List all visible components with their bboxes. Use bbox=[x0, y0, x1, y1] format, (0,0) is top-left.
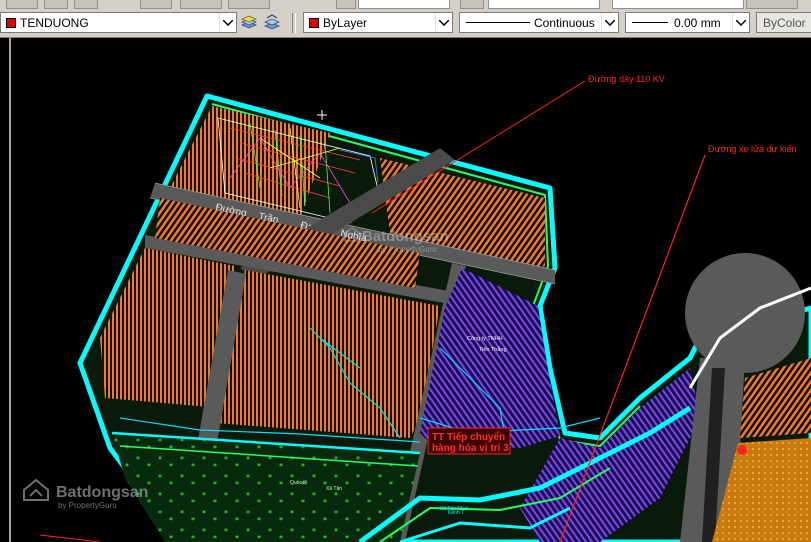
leader-sw bbox=[39, 534, 101, 542]
layer-dropdown[interactable]: TENDUONG bbox=[0, 12, 237, 33]
toolbar-combo-stub[interactable] bbox=[612, 0, 744, 9]
watermark-center-text: Batdongsan bbox=[362, 228, 449, 245]
linetype-value: Continuous bbox=[534, 15, 595, 30]
properties-toolbar: TENDUONG ByLayer Continuous 0.00 mm ByCo… bbox=[0, 9, 811, 38]
toolbar-button-stub[interactable] bbox=[74, 0, 98, 9]
crosshair-cursor bbox=[317, 110, 327, 120]
lineweight-dropdown[interactable]: 0.00 mm bbox=[625, 12, 750, 33]
box-line2: hàng hóa vị trí 3 bbox=[432, 443, 509, 454]
color-swatch bbox=[309, 17, 319, 28]
label-road-small-2: Xã Tân bbox=[326, 486, 342, 492]
roundabout bbox=[685, 253, 805, 373]
label-canal-2: Kênh 7 bbox=[448, 510, 464, 516]
color-value: ByLayer bbox=[323, 15, 368, 30]
lineweight-sample-line bbox=[632, 22, 668, 23]
toolbar-button-stub[interactable] bbox=[228, 0, 270, 9]
toolbar-button-stub[interactable] bbox=[180, 0, 222, 9]
layer-color-swatch bbox=[6, 17, 16, 28]
marker-red-dot bbox=[737, 445, 747, 455]
plotstyle-value: ByColor bbox=[763, 15, 806, 30]
drawing-canvas[interactable]: * * Đườn bbox=[0, 38, 811, 542]
label-railway: Đường xe lửa dự kiến bbox=[708, 144, 797, 154]
box-line1: TT Tiếp chuyển bbox=[432, 431, 505, 443]
label-company-line1: Công ty TNHH bbox=[467, 336, 503, 342]
toolbar-button-stub[interactable] bbox=[746, 0, 798, 9]
watermark-corner-text: Batdongsan bbox=[56, 484, 148, 501]
toolbar-button-stub[interactable] bbox=[140, 0, 172, 9]
toolbar-button-stub[interactable] bbox=[336, 0, 356, 9]
toolbar-button-stub[interactable] bbox=[6, 0, 38, 9]
toolbar-button-stub[interactable] bbox=[460, 0, 484, 9]
layer-previous-icon[interactable] bbox=[263, 14, 281, 32]
linetype-sample-line bbox=[466, 22, 530, 23]
cad-drawing: * * Đườn bbox=[9, 38, 811, 542]
watermark-center-sub: by PropertyGuru bbox=[378, 245, 437, 254]
color-dropdown[interactable]: ByLayer bbox=[303, 12, 453, 33]
transfer-center-box: TT Tiếp chuyển hàng hóa vị trí 3 bbox=[427, 427, 511, 455]
chevron-down-icon[interactable] bbox=[601, 13, 618, 32]
layer-stack-icon[interactable] bbox=[240, 14, 258, 32]
layer-name: TENDUONG bbox=[20, 15, 89, 30]
watermark-corner-sub: by PropertyGuru bbox=[58, 501, 117, 510]
label-company-line2: Tiến Thắng bbox=[479, 346, 507, 353]
label-road-small-1: Quốc lộ bbox=[290, 480, 307, 486]
label-power-line: Đường dây 110 KV bbox=[588, 74, 665, 84]
plotstyle-dropdown[interactable]: ByColor bbox=[756, 12, 811, 33]
chevron-down-icon[interactable] bbox=[732, 13, 749, 32]
chevron-down-icon[interactable] bbox=[219, 13, 236, 32]
toolbar-button-stub[interactable] bbox=[44, 0, 68, 9]
toolbar-separator bbox=[292, 13, 296, 33]
toolbar-combo-stub[interactable] bbox=[488, 0, 600, 9]
watermark-corner: Batdongsan by PropertyGuru bbox=[23, 478, 148, 510]
toolbar-combo-stub[interactable] bbox=[358, 0, 450, 9]
lineweight-value: 0.00 mm bbox=[674, 15, 721, 30]
chevron-down-icon[interactable] bbox=[435, 13, 452, 32]
linetype-dropdown[interactable]: Continuous bbox=[459, 12, 619, 33]
